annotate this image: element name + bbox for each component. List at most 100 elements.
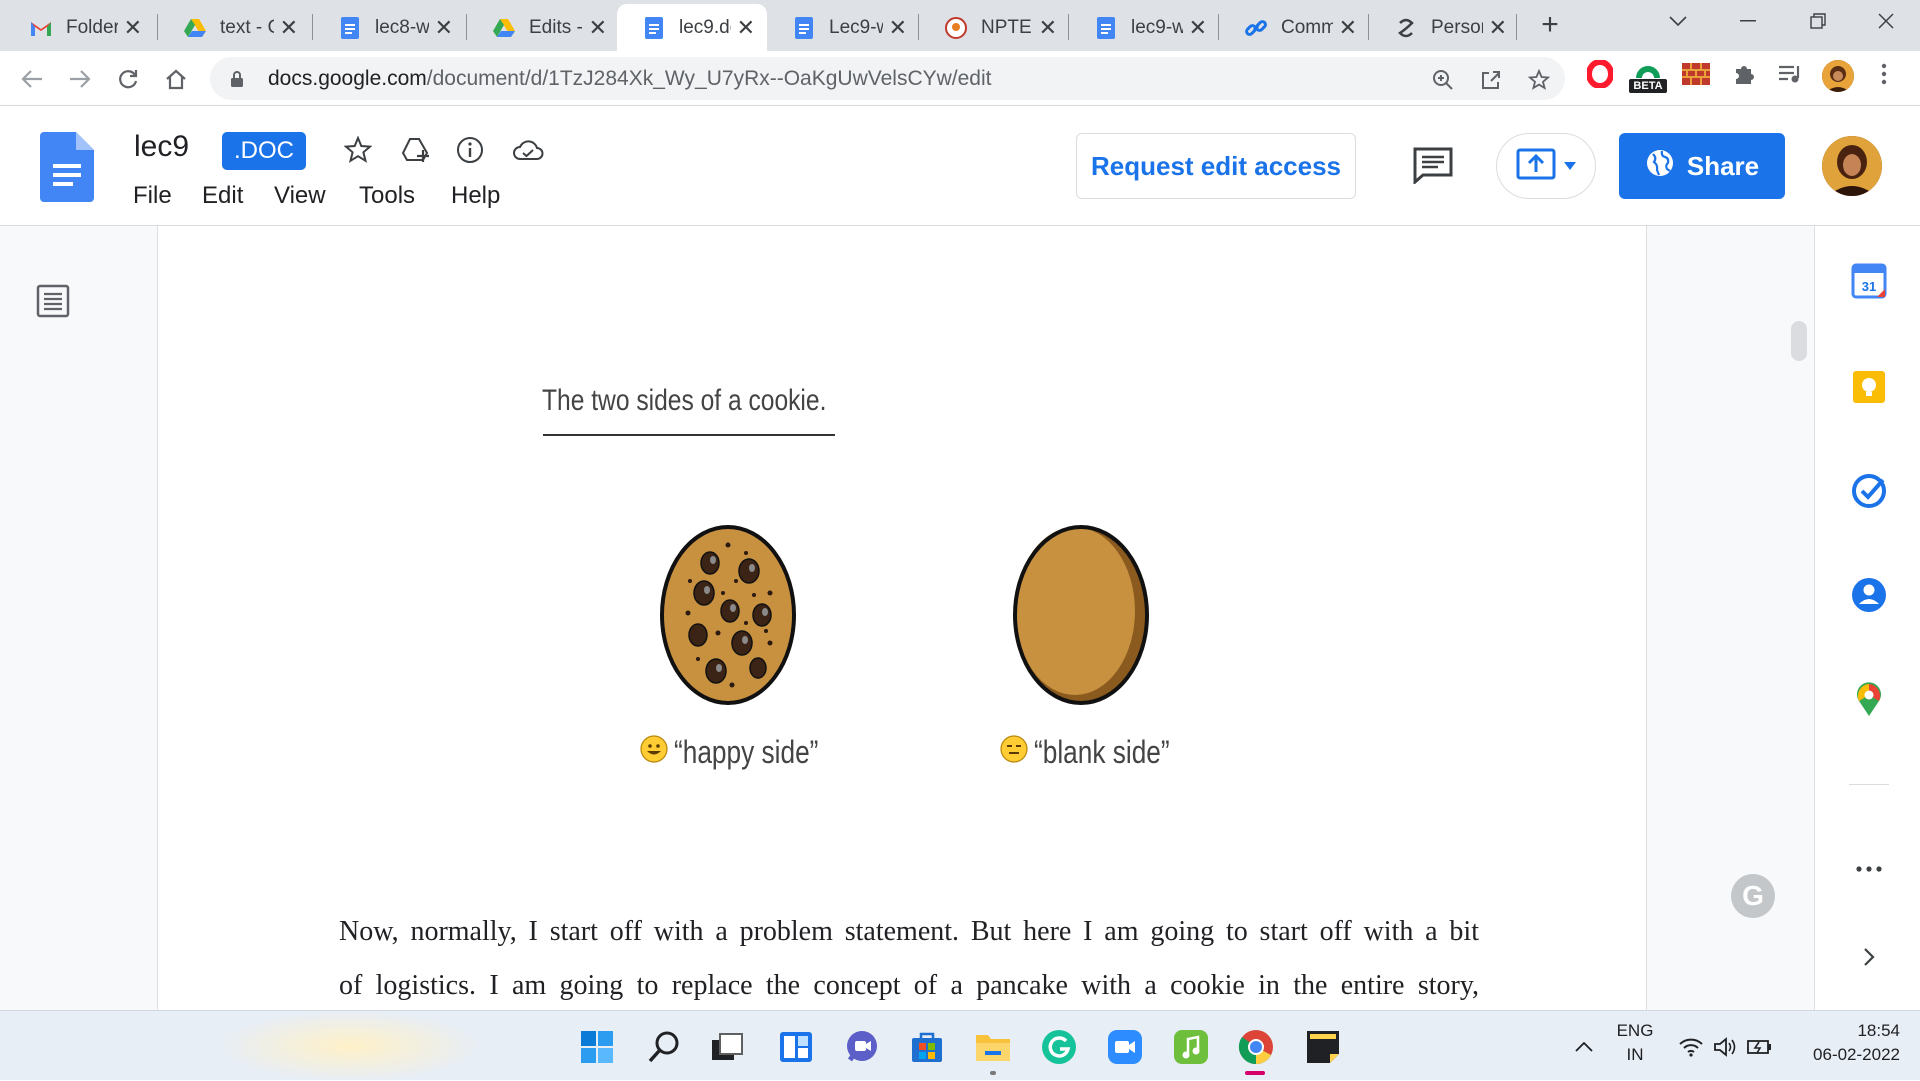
share-page-icon[interactable] [1476, 65, 1506, 95]
present-button[interactable] [1496, 133, 1596, 199]
account-avatar[interactable] [1822, 136, 1882, 196]
google-maps-icon[interactable] [1850, 680, 1888, 718]
reload-button[interactable] [110, 61, 146, 97]
show-hidden-icons-chevron[interactable] [1572, 1028, 1596, 1066]
menu-edit[interactable]: Edit [202, 182, 243, 210]
brick-extension-icon[interactable] [1680, 58, 1712, 90]
browser-tab[interactable]: Lec9-w ✕ [767, 4, 919, 51]
clock-time: 18:54 [1857, 1021, 1900, 1040]
new-tab-button[interactable]: + [1520, 4, 1580, 46]
zoom-app-icon[interactable] [1106, 1028, 1144, 1066]
input-language-indicator[interactable]: ENG IN [1612, 1019, 1658, 1067]
back-button[interactable] [14, 61, 50, 97]
close-icon[interactable]: ✕ [124, 15, 142, 41]
opera-extension-icon[interactable] [1584, 58, 1616, 90]
google-tasks-icon[interactable] [1850, 472, 1888, 510]
clock[interactable]: 18:54 06-02-2022 [1790, 1019, 1900, 1067]
tab-label: NPTEL [981, 16, 1033, 38]
close-icon[interactable]: ✕ [1339, 15, 1357, 41]
file-explorer-icon[interactable] [974, 1028, 1012, 1066]
menu-view[interactable]: View [274, 182, 326, 210]
tab-label: Folder [66, 16, 118, 38]
forward-button[interactable] [62, 61, 98, 97]
media-playlist-icon[interactable] [1774, 58, 1806, 90]
google-keep-icon[interactable] [1850, 368, 1888, 406]
browser-tab[interactable]: Comm ✕ [1219, 4, 1369, 51]
chrome-menu-icon[interactable] [1868, 58, 1900, 90]
close-icon[interactable]: ✕ [889, 15, 907, 41]
close-icon[interactable]: ✕ [1189, 15, 1207, 41]
beta-extension-icon[interactable]: BETA [1628, 54, 1668, 100]
search-icon[interactable] [645, 1028, 683, 1066]
minimize-button[interactable] [1718, 0, 1778, 42]
docs-home-icon[interactable] [40, 132, 94, 207]
tab-search-chevron-icon[interactable] [1648, 0, 1708, 42]
happy-side-label: “happy side” [674, 734, 819, 770]
blank-cookie-image [1011, 523, 1151, 712]
globe-icon [1645, 148, 1675, 185]
widgets-icon[interactable] [777, 1028, 815, 1066]
teams-chat-icon[interactable] [843, 1028, 881, 1066]
chrome-taskbar-icon[interactable] [1237, 1028, 1275, 1066]
document-title[interactable]: lec9 [134, 130, 189, 164]
more-apps-icon[interactable] [1850, 850, 1888, 888]
google-docs-icon [643, 16, 665, 39]
omnibox[interactable]: docs.google.com/document/d/1TzJ284Xk_Wy_… [210, 57, 1565, 100]
lock-icon[interactable] [230, 70, 252, 88]
close-icon[interactable]: ✕ [589, 15, 607, 41]
menu-help[interactable]: Help [451, 182, 500, 210]
expressionless-face-icon [1000, 734, 1028, 771]
add-to-drive-icon[interactable] [398, 132, 434, 168]
cloud-saved-icon[interactable] [510, 132, 546, 168]
google-contacts-icon[interactable] [1850, 576, 1888, 614]
google-calendar-icon[interactable]: 31 [1850, 262, 1888, 300]
document-page[interactable]: The two sides of a cookie. “happy side” … [157, 226, 1647, 1010]
grammarly-taskbar-icon[interactable] [1040, 1028, 1078, 1066]
home-button[interactable] [158, 61, 194, 97]
extensions-puzzle-icon[interactable] [1728, 58, 1760, 90]
browser-tab[interactable]: Person ✕ [1369, 4, 1519, 51]
figure-title-underline [543, 434, 835, 436]
restore-button[interactable] [1788, 0, 1848, 42]
browser-tab-active[interactable]: lec9.dc ✕ [617, 4, 767, 51]
close-icon[interactable]: ✕ [1489, 15, 1507, 41]
browser-tab[interactable]: Folder ✕ [4, 4, 154, 51]
browser-tab[interactable]: Edits - ✕ [467, 4, 619, 51]
wifi-icon[interactable] [1676, 1028, 1706, 1066]
close-icon[interactable]: ✕ [1039, 15, 1057, 41]
windows-start-icon[interactable] [578, 1028, 616, 1066]
document-outline-icon[interactable] [36, 284, 70, 323]
expand-panel-chevron-icon[interactable] [1850, 938, 1888, 976]
menu-tools[interactable]: Tools [359, 182, 415, 210]
scrollbar-thumb[interactable] [1791, 321, 1807, 361]
request-edit-access-button[interactable]: Request edit access [1076, 133, 1356, 199]
sticky-notes-icon[interactable] [1304, 1028, 1342, 1066]
paragraph-line[interactable]: of logistics. I am going to replace the … [339, 970, 1479, 1002]
microsoft-store-icon[interactable] [908, 1028, 946, 1066]
comments-icon[interactable] [1412, 146, 1454, 189]
url-text[interactable]: docs.google.com/document/d/1TzJ284Xk_Wy_… [268, 67, 991, 91]
browser-tab[interactable]: NPTEL ✕ [919, 4, 1069, 51]
browser-tab[interactable]: lec8-w ✕ [313, 4, 465, 51]
close-window-button[interactable] [1856, 0, 1916, 42]
battery-charging-icon[interactable] [1745, 1028, 1775, 1066]
browser-tab[interactable]: text - C ✕ [158, 4, 310, 51]
paragraph-line[interactable]: Now, normally, I start off with a proble… [339, 916, 1479, 948]
close-icon[interactable]: ✕ [737, 15, 755, 41]
info-icon[interactable] [452, 132, 488, 168]
music-app-icon[interactable] [1172, 1028, 1210, 1066]
close-icon[interactable]: ✕ [280, 15, 298, 41]
menu-file[interactable]: File [133, 182, 172, 210]
profile-avatar[interactable] [1822, 60, 1854, 92]
star-icon[interactable] [340, 132, 376, 168]
zoom-icon[interactable] [1428, 65, 1458, 95]
task-view-icon[interactable] [708, 1028, 746, 1066]
share-button[interactable]: Share [1619, 133, 1785, 199]
nptel-icon [945, 16, 967, 39]
bookmark-star-icon[interactable] [1524, 65, 1554, 95]
grammarly-icon[interactable]: G [1731, 874, 1775, 918]
browser-tab[interactable]: lec9-w ✕ [1069, 4, 1219, 51]
tab-label: Lec9-w [829, 16, 883, 38]
volume-icon[interactable] [1710, 1028, 1740, 1066]
close-icon[interactable]: ✕ [435, 15, 453, 41]
